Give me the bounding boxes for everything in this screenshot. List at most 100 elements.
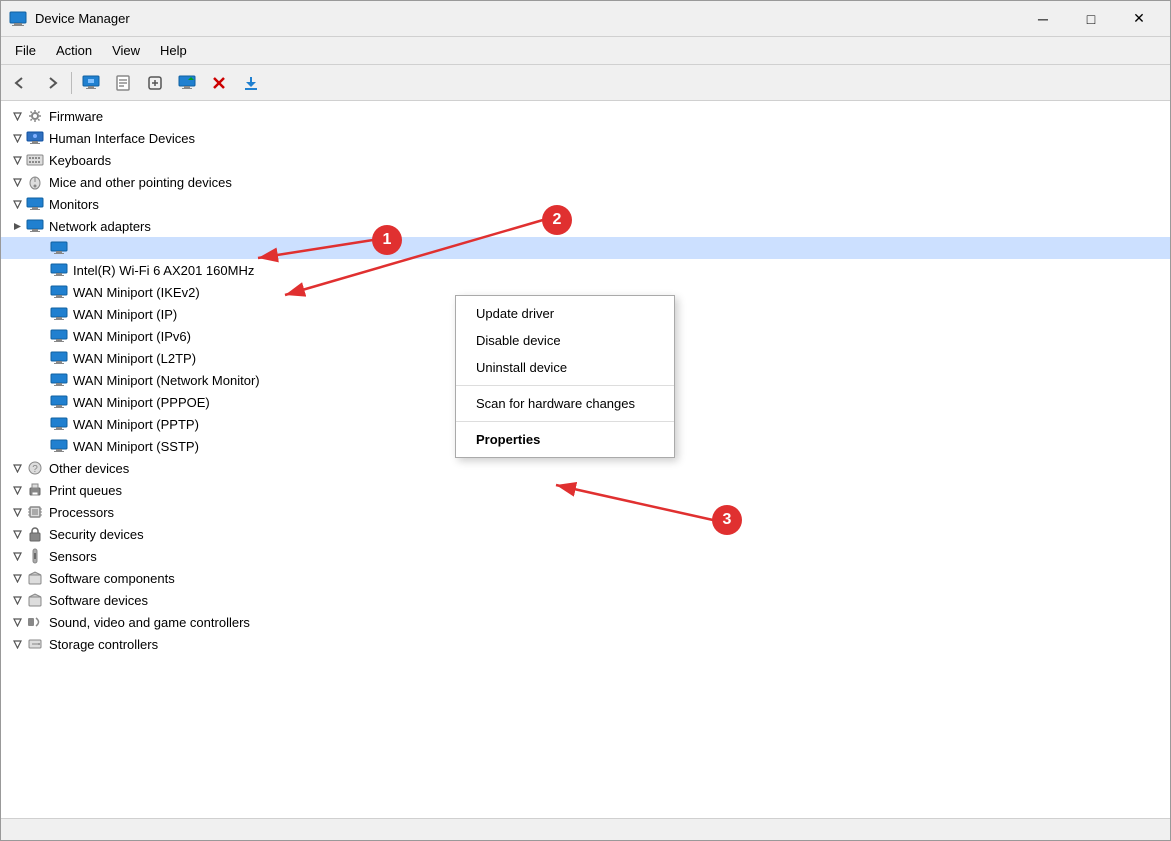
tree-icon-network-adapters bbox=[25, 216, 45, 236]
expand-icon-na-wan-netmon[interactable] bbox=[33, 372, 49, 388]
expand-icon-na-wan-sstp[interactable] bbox=[33, 438, 49, 454]
expand-icon-sensors[interactable] bbox=[9, 548, 25, 564]
update-driver-button[interactable] bbox=[172, 69, 202, 97]
expand-icon-software-devices[interactable] bbox=[9, 592, 25, 608]
tree-item-keyboards[interactable]: Keyboards bbox=[1, 149, 1170, 171]
context-scan-hardware[interactable]: Scan for hardware changes bbox=[456, 390, 674, 417]
tree-label-software-components: Software components bbox=[49, 571, 175, 586]
tree-icon-na-wan-l2tp bbox=[49, 348, 69, 368]
expand-icon-print-queues[interactable] bbox=[9, 482, 25, 498]
tree-label-na-wan-ip: WAN Miniport (IP) bbox=[73, 307, 177, 322]
tree-item-print-queues[interactable]: Print queues bbox=[1, 479, 1170, 501]
expand-icon-processors[interactable] bbox=[9, 504, 25, 520]
forward-button[interactable] bbox=[37, 69, 67, 97]
expand-icon-na-wan-l2tp[interactable] bbox=[33, 350, 49, 366]
menu-bar: File Action View Help bbox=[1, 37, 1170, 65]
expand-icon-mice[interactable] bbox=[9, 174, 25, 190]
context-uninstall-device[interactable]: Uninstall device bbox=[456, 354, 674, 381]
menu-help[interactable]: Help bbox=[150, 41, 197, 60]
device-tree[interactable]: FirmwareHuman Interface DevicesKeyboards… bbox=[1, 101, 1170, 818]
tree-icon-na-wan-pppoe bbox=[49, 392, 69, 412]
tree-icon-na-wan-ip bbox=[49, 304, 69, 324]
tree-icon-keyboards bbox=[25, 150, 45, 170]
maximize-button[interactable]: □ bbox=[1068, 4, 1114, 34]
menu-action[interactable]: Action bbox=[46, 41, 102, 60]
tree-label-software-devices: Software devices bbox=[49, 593, 148, 608]
expand-icon-na-wan-ipv6[interactable] bbox=[33, 328, 49, 344]
tree-label-processors: Processors bbox=[49, 505, 114, 520]
tree-item-firmware[interactable]: Firmware bbox=[1, 105, 1170, 127]
tree-label-sensors: Sensors bbox=[49, 549, 97, 564]
device-manager-button[interactable] bbox=[76, 69, 106, 97]
expand-icon-sound[interactable] bbox=[9, 614, 25, 630]
tree-item-sound[interactable]: Sound, video and game controllers bbox=[1, 611, 1170, 633]
tree-item-monitors[interactable]: Monitors bbox=[1, 193, 1170, 215]
tree-item-na-wifi[interactable]: Intel(R) Wi-Fi 6 AX201 160MHz bbox=[1, 259, 1170, 281]
tree-item-sensors[interactable]: Sensors bbox=[1, 545, 1170, 567]
tree-item-other-devices[interactable]: ?Other devices bbox=[1, 457, 1170, 479]
expand-icon-software-components[interactable] bbox=[9, 570, 25, 586]
context-properties[interactable]: Properties bbox=[456, 426, 674, 453]
tree-item-mice[interactable]: Mice and other pointing devices bbox=[1, 171, 1170, 193]
properties-button[interactable] bbox=[108, 69, 138, 97]
tree-label-na-wan-l2tp: WAN Miniport (L2TP) bbox=[73, 351, 196, 366]
tree-label-na-wan-pppoe: WAN Miniport (PPPOE) bbox=[73, 395, 210, 410]
tree-item-storage[interactable]: Storage controllers bbox=[1, 633, 1170, 655]
tree-icon-mice bbox=[25, 172, 45, 192]
tree-icon-security-devices bbox=[25, 524, 45, 544]
tree-label-print-queues: Print queues bbox=[49, 483, 122, 498]
window-title: Device Manager bbox=[35, 11, 1020, 26]
tree-label-network-adapters: Network adapters bbox=[49, 219, 151, 234]
expand-icon-other-devices[interactable] bbox=[9, 460, 25, 476]
tree-label-monitors: Monitors bbox=[49, 197, 99, 212]
tree-icon-na-wan-ipv6 bbox=[49, 326, 69, 346]
tree-item-software-components[interactable]: Software components bbox=[1, 567, 1170, 589]
tree-icon-hid bbox=[25, 128, 45, 148]
tree-label-storage: Storage controllers bbox=[49, 637, 158, 652]
tree-icon-software-components bbox=[25, 568, 45, 588]
expand-icon-na-wan-ip[interactable] bbox=[33, 306, 49, 322]
tree-label-sound: Sound, video and game controllers bbox=[49, 615, 250, 630]
tree-icon-na-wan-netmon bbox=[49, 370, 69, 390]
tree-icon-na-wan-ikev2 bbox=[49, 282, 69, 302]
tree-label-na-wan-ipv6: WAN Miniport (IPv6) bbox=[73, 329, 191, 344]
tree-item-processors[interactable]: Processors bbox=[1, 501, 1170, 523]
expand-icon-storage[interactable] bbox=[9, 636, 25, 652]
menu-view[interactable]: View bbox=[102, 41, 150, 60]
tree-label-na-wan-ikev2: WAN Miniport (IKEv2) bbox=[73, 285, 200, 300]
tree-icon-software-devices bbox=[25, 590, 45, 610]
tree-item-software-devices[interactable]: Software devices bbox=[1, 589, 1170, 611]
tree-icon-na-wan-pptp bbox=[49, 414, 69, 434]
context-update-driver[interactable]: Update driver bbox=[456, 300, 674, 327]
expand-icon-network-adapters[interactable] bbox=[9, 218, 25, 234]
window-controls: ─ □ ✕ bbox=[1020, 4, 1162, 34]
back-button[interactable] bbox=[5, 69, 35, 97]
expand-icon-keyboards[interactable] bbox=[9, 152, 25, 168]
expand-icon-na-blank[interactable] bbox=[33, 240, 49, 256]
scan-button[interactable] bbox=[140, 69, 170, 97]
menu-file[interactable]: File bbox=[5, 41, 46, 60]
context-sep-2 bbox=[456, 421, 674, 422]
close-button[interactable]: ✕ bbox=[1116, 4, 1162, 34]
toolbar-sep-1 bbox=[71, 72, 72, 94]
tree-label-na-wifi: Intel(R) Wi-Fi 6 AX201 160MHz bbox=[73, 263, 254, 278]
expand-icon-monitors[interactable] bbox=[9, 196, 25, 212]
tree-item-security-devices[interactable]: Security devices bbox=[1, 523, 1170, 545]
tree-label-security-devices: Security devices bbox=[49, 527, 144, 542]
expand-icon-hid[interactable] bbox=[9, 130, 25, 146]
tree-icon-na-wan-sstp bbox=[49, 436, 69, 456]
tree-item-network-adapters[interactable]: Network adapters bbox=[1, 215, 1170, 237]
tree-item-hid[interactable]: Human Interface Devices bbox=[1, 127, 1170, 149]
expand-icon-na-wan-ikev2[interactable] bbox=[33, 284, 49, 300]
remove-button[interactable] bbox=[204, 69, 234, 97]
expand-icon-na-wan-pppoe[interactable] bbox=[33, 394, 49, 410]
context-disable-device[interactable]: Disable device bbox=[456, 327, 674, 354]
tree-icon-firmware bbox=[25, 106, 45, 126]
install-button[interactable] bbox=[236, 69, 266, 97]
expand-icon-na-wifi[interactable] bbox=[33, 262, 49, 278]
tree-item-na-blank[interactable] bbox=[1, 237, 1170, 259]
minimize-button[interactable]: ─ bbox=[1020, 4, 1066, 34]
expand-icon-security-devices[interactable] bbox=[9, 526, 25, 542]
expand-icon-na-wan-pptp[interactable] bbox=[33, 416, 49, 432]
expand-icon-firmware[interactable] bbox=[9, 108, 25, 124]
